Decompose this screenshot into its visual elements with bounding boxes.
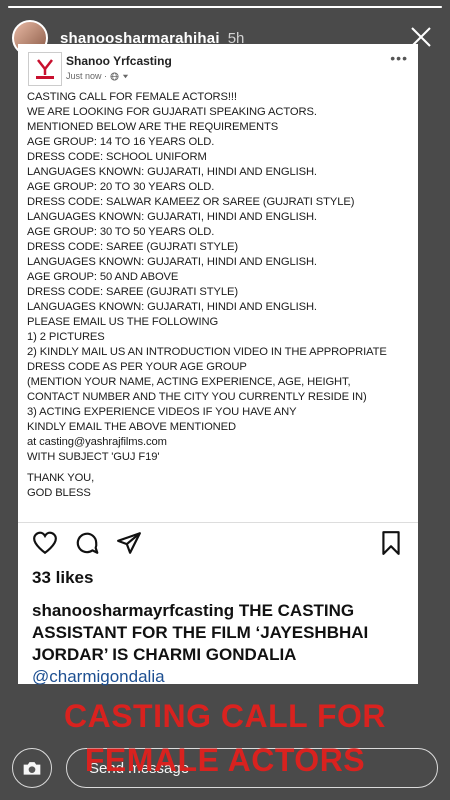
post-body-line: 2) KINDLY MAIL US AN INTRODUCTION VIDEO …: [27, 346, 387, 358]
post-body-line: WE ARE LOOKING FOR GUJARATI SPEAKING ACT…: [27, 106, 317, 118]
post-body-line: WITH SUBJECT 'GUJ F19': [27, 451, 160, 463]
caption-mention[interactable]: @charmigondalia: [32, 667, 165, 686]
post-signoff-line: THANK YOU,: [27, 472, 95, 484]
overlay-title-line-1: CASTING CALL FOR: [63, 698, 387, 734]
post-body-line: AGE GROUP: 50 AND ABOVE: [27, 271, 179, 283]
post-body-line: AGE GROUP: 20 TO 30 YEARS OLD.: [27, 181, 215, 193]
post-body-line: DRESS CODE: SAREE (GUJRATI STYLE): [27, 286, 238, 298]
post-meta: Just now ·: [66, 71, 129, 81]
story-progress-bar: [8, 6, 442, 8]
page-logo: [28, 52, 62, 86]
facebook-post-screenshot: Shanoo Yrfcasting Just now · ••• CASTING…: [18, 44, 418, 523]
post-body-line: CONTACT NUMBER AND THE CITY YOU CURRENTL…: [27, 391, 367, 403]
overlay-title-line-2: FEMALE ACTORS: [84, 742, 366, 778]
post-body-line: KINDLY EMAIL THE ABOVE MENTIONED: [27, 421, 236, 433]
share-icon: [117, 532, 141, 554]
post-signoff: THANK YOU, GOD BLESS: [27, 471, 411, 501]
save-button[interactable]: [378, 530, 404, 561]
post-body-line: DRESS CODE: SCHOOL UNIFORM: [27, 151, 207, 163]
post-body-line: DRESS CODE: SAREE (GUJRATI STYLE): [27, 241, 238, 253]
globe-icon: [110, 71, 119, 81]
post-body-line: DRESS CODE AS PER YOUR AGE GROUP: [27, 361, 247, 373]
post-time: Just now ·: [66, 71, 108, 81]
post-actions: [32, 530, 404, 558]
post-body-line: DRESS CODE: SALWAR KAMEEZ OR SAREE (GUJR…: [27, 196, 355, 208]
post-body-line: LANGUAGES KNOWN: GUJARATI, HINDI AND ENG…: [27, 211, 317, 223]
caption-username[interactable]: shanoosharmayrfcasting: [32, 601, 234, 620]
comment-button[interactable]: [74, 530, 100, 561]
post-body-line: MENTIONED BELOW ARE THE REQUIREMENTS: [27, 121, 279, 133]
page-name: Shanoo Yrfcasting: [66, 54, 172, 68]
post-body-line: (MENTION YOUR NAME, ACTING EXPERIENCE, A…: [27, 376, 351, 388]
post-body-lines: CASTING CALL FOR FEMALE ACTORS!!! WE ARE …: [27, 90, 411, 465]
like-button[interactable]: [32, 530, 58, 561]
post-body-line: LANGUAGES KNOWN: GUJARATI, HINDI AND ENG…: [27, 166, 317, 178]
post-body-line: AGE GROUP: 30 TO 50 YEARS OLD.: [27, 226, 215, 238]
post-body-line: CASTING CALL FOR FEMALE ACTORS!!!: [27, 91, 237, 103]
post-body: CASTING CALL FOR FEMALE ACTORS!!! WE ARE …: [27, 90, 411, 501]
post-body-line: AGE GROUP: 14 TO 16 YEARS OLD.: [27, 136, 215, 148]
post-body-line: 3) ACTING EXPERIENCE VIDEOS IF YOU HAVE …: [27, 406, 297, 418]
more-icon: •••: [390, 50, 408, 66]
yrf-logo-icon: [36, 59, 54, 79]
heart-icon: [33, 531, 57, 555]
chevron-down-icon: [122, 74, 129, 78]
share-button[interactable]: [116, 530, 142, 561]
post-body-line: LANGUAGES KNOWN: GUJARATI, HINDI AND ENG…: [27, 256, 317, 268]
post-body-line: at casting@yashrajfilms.com: [27, 436, 167, 448]
more-options-button[interactable]: •••: [390, 50, 408, 66]
comment-icon: [76, 532, 99, 554]
bookmark-icon: [382, 531, 400, 555]
story-progress-fill: [8, 6, 442, 8]
likes-count[interactable]: 33 likes: [32, 568, 93, 588]
post-body-line: PLEASE EMAIL US THE FOLLOWING: [27, 316, 219, 328]
post-body-line: LANGUAGES KNOWN: GUJARATI, HINDI AND ENG…: [27, 301, 317, 313]
shared-post-card: Shanoo Yrfcasting Just now · ••• CASTING…: [18, 44, 418, 686]
post-body-line: 1) 2 PICTURES: [27, 331, 105, 343]
post-signoff-line: GOD BLESS: [27, 487, 91, 499]
post-caption: shanoosharmayrfcasting THE CASTING ASSIS…: [32, 600, 412, 688]
